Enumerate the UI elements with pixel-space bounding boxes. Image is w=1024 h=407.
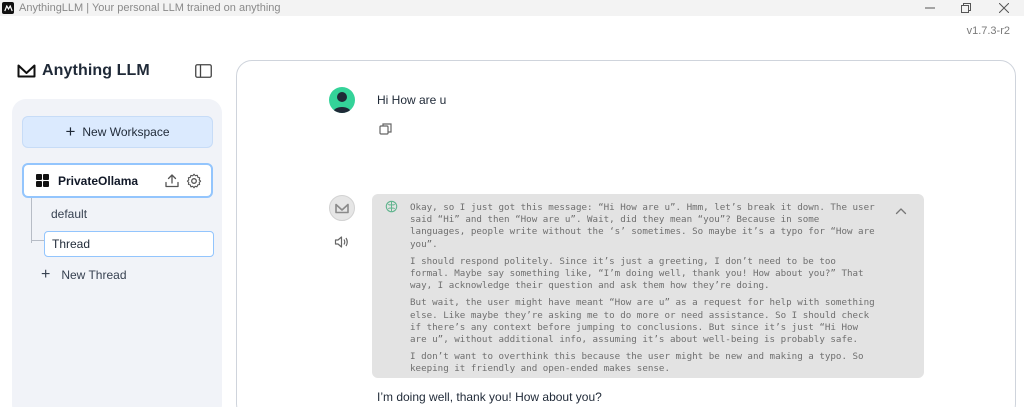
minimize-button[interactable] [912,0,948,16]
user-avatar [329,87,355,113]
new-workspace-label: New Workspace [82,125,170,139]
title-bar: AnythingLLM | Your personal LLM trained … [0,0,1024,16]
user-avatar-icon [333,92,351,113]
close-window-button[interactable] [984,0,1024,16]
app-logo-icon [2,2,14,14]
app-logo: Anything LLM [17,62,150,80]
toggle-sidebar-button[interactable] [195,64,212,78]
assistant-logo-icon [335,203,349,213]
restore-icon [961,3,971,13]
thinking-text: Okay, so I just got this message: “Hi Ho… [410,202,880,381]
new-workspace-button[interactable]: + New Workspace [22,116,213,148]
upload-icon[interactable] [164,173,180,189]
speaker-icon[interactable] [334,235,350,249]
window-title: AnythingLLM | Your personal LLM trained … [19,2,281,14]
plus-icon: + [41,266,51,283]
thinking-paragraph: Okay, so I just got this message: “Hi Ho… [410,202,875,250]
assistant-reply: I’m doing well, thank you! How about you… [377,390,602,404]
gear-icon[interactable] [186,173,202,189]
new-thread-label: New Thread [61,268,127,282]
assistant-avatar [329,195,355,221]
restore-button[interactable] [948,0,984,16]
brain-icon [385,200,398,213]
chevron-up-icon[interactable] [895,202,907,215]
version-label: v1.7.3-r2 [966,25,1010,37]
thinking-paragraph: But wait, the user might have meant “How… [410,297,875,346]
workspace-item[interactable]: PrivateOllama [22,163,213,198]
thinking-paragraph: I should respond politely. Since it’s ju… [410,255,864,292]
close-icon [999,3,1009,13]
new-thread-button[interactable]: + New Thread [41,267,127,283]
thread-tree-line [31,198,32,243]
thread-item-active[interactable]: Thread [44,231,214,257]
thinking-paragraph: I don’t want to overthink this because t… [410,351,864,375]
thread-tree-elbow [31,240,44,241]
anything-llm-logo-icon [17,64,36,78]
logo-text: Anything LLM [42,62,150,79]
copy-icon[interactable] [379,122,393,136]
user-message: Hi How are u [377,93,447,107]
minimize-icon [925,7,935,9]
workspace-grid-icon [36,174,49,187]
plus-icon: + [65,121,76,141]
thread-item-default[interactable]: default [51,207,87,221]
workspace-name: PrivateOllama [58,173,139,188]
sidebar-toggle-icon [195,64,212,78]
